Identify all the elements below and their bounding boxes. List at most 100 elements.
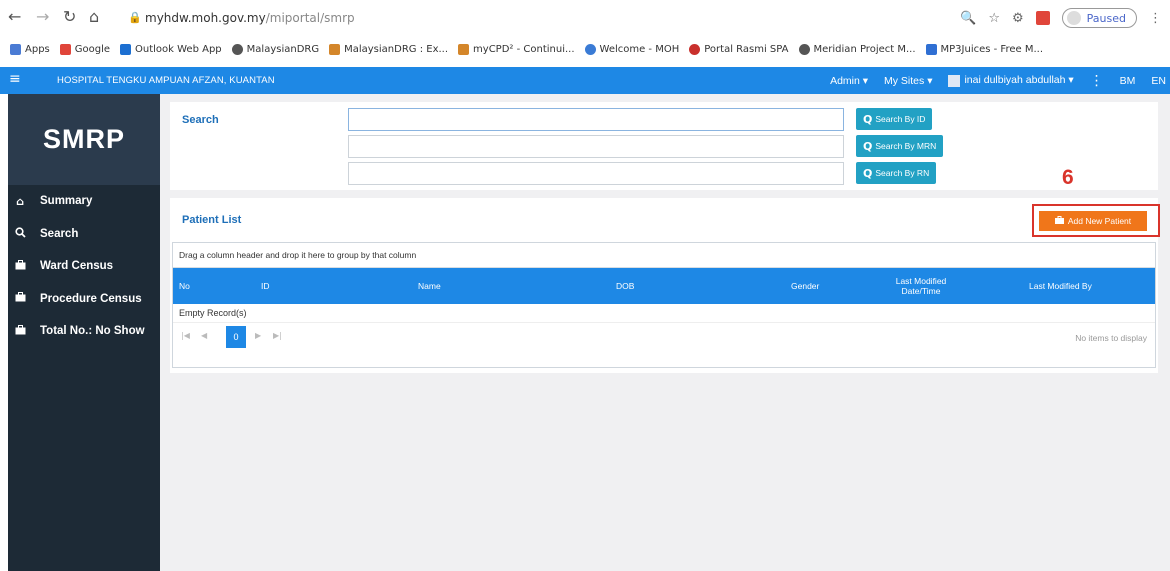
last-page-icon[interactable]: ▶| (273, 331, 282, 340)
bookmark-label: Welcome - MOH (599, 43, 680, 55)
globe-icon (798, 43, 810, 55)
heart-icon (584, 43, 596, 55)
button-label: Add New Patient (1067, 216, 1132, 226)
column-header-name[interactable]: Name (418, 268, 441, 304)
sidebar: SMRP ⌂ Summary Search Ward Census Proced… (8, 94, 160, 571)
star-icon[interactable]: ☆ (988, 11, 1000, 26)
bookmark-google[interactable]: Google (59, 43, 111, 55)
user-menu[interactable]: inai dulbiyah abdullah ▾ (948, 74, 1074, 87)
download-icon (925, 43, 937, 55)
column-header-last-modified-by[interactable]: Last Modified By (1029, 268, 1092, 304)
search-title: Search (182, 114, 219, 126)
bookmark-malaysiandrg-ex[interactable]: MalaysianDRG : Ex... (329, 43, 449, 55)
sidebar-item-search[interactable]: Search (8, 218, 160, 251)
group-by-drop-area[interactable]: Drag a column header and drop it here to… (173, 243, 1155, 268)
search-icon: Q (863, 166, 873, 180)
bookmark-meridian[interactable]: Meridian Project M... (798, 43, 916, 55)
outlook-icon (120, 43, 132, 55)
lang-bm[interactable]: BM (1120, 75, 1136, 87)
bookmark-portal-spa[interactable]: Portal Rasmi SPA (689, 43, 789, 55)
current-page-button[interactable]: 0 (226, 326, 246, 348)
google-icon (59, 43, 71, 55)
bookmark-welcome-moh[interactable]: Welcome - MOH (584, 43, 680, 55)
next-page-icon[interactable]: ▶ (255, 331, 261, 340)
search-id-input[interactable] (348, 108, 844, 131)
button-label: Search By ID (875, 114, 926, 124)
highlight-box: Add New Patient (1032, 204, 1160, 237)
menu-toggle-icon[interactable]: ≡ (9, 72, 21, 86)
column-header-dob[interactable]: DOB (616, 268, 634, 304)
more-options-icon[interactable]: ⋮ (1090, 73, 1104, 89)
my-sites-menu[interactable]: My Sites ▾ (884, 75, 932, 87)
search-mrn-input[interactable] (348, 135, 844, 158)
column-header-last-modified-datetime[interactable]: Last Modified Date/Time (891, 268, 951, 304)
extension-icon[interactable]: ⚙ (1012, 11, 1024, 26)
bookmark-malaysiandrg[interactable]: MalaysianDRG (231, 43, 320, 55)
logo: SMRP (8, 94, 160, 185)
sidebar-item-label: Summary (40, 195, 93, 208)
admin-menu[interactable]: Admin ▾ (830, 75, 868, 87)
bookmark-mp3juices[interactable]: MP3Juices - Free M... (925, 43, 1043, 55)
zoom-icon[interactable]: 🔍 (960, 11, 976, 26)
address-bar[interactable]: myhdw.moh.gov.my/miportal/smrp (145, 11, 355, 25)
extension-red-icon[interactable] (1035, 11, 1050, 25)
search-by-id-button[interactable]: Q Search By ID (856, 108, 933, 130)
app-header: ≡ HOSPITAL TENGKU AMPUAN AFZAN, KUANTAN … (0, 67, 1170, 94)
url-host: myhdw.moh.gov.my (145, 11, 266, 25)
sidebar-item-summary[interactable]: ⌂ Summary (8, 185, 160, 218)
add-new-patient-button[interactable]: Add New Patient (1039, 211, 1147, 231)
no-items-text: No items to display (1075, 333, 1147, 343)
column-header-id[interactable]: ID (261, 268, 270, 304)
forward-icon[interactable]: → (36, 9, 49, 25)
search-icon: Q (863, 139, 873, 153)
globe-icon (231, 43, 243, 55)
home-icon[interactable]: ⌂ (89, 9, 99, 25)
main-content: Search Q Search By ID Q Search By MRN Q Sea… (160, 94, 1170, 571)
hospital-name: HOSPITAL TENGKU AMPUAN AFZAN, KUANTAN (57, 75, 275, 86)
sidebar-item-no-show[interactable]: Total No.: No Show (8, 315, 160, 348)
bookmark-label: Google (74, 43, 111, 55)
search-panel: Search Q Search By ID Q Search By MRN Q Sea… (170, 102, 1158, 190)
step-annotation: 6 (1062, 166, 1074, 189)
apps-grid-icon (10, 43, 21, 55)
back-icon[interactable]: ← (8, 9, 21, 25)
first-page-icon[interactable]: |◀ (181, 331, 190, 340)
column-header-no[interactable]: No (179, 268, 190, 304)
patient-list-panel: Patient List Add New Patient Drag a colu… (170, 198, 1160, 373)
briefcase-icon (1054, 216, 1064, 226)
site-icon (458, 43, 470, 55)
bookmark-apps[interactable]: Apps (10, 43, 50, 55)
bookmark-label: MalaysianDRG (246, 43, 320, 55)
bookmark-label: Outlook Web App (135, 43, 222, 55)
search-by-mrn-button[interactable]: Q Search By MRN (856, 135, 944, 157)
reload-icon[interactable]: ↻ (63, 9, 76, 25)
profile-icon (1066, 11, 1081, 25)
profile-paused-button[interactable]: Paused (1061, 8, 1137, 28)
url-path: /miportal/smrp (265, 11, 355, 25)
logo-text: SMRP (42, 124, 125, 154)
avatar (948, 74, 961, 87)
chrome-menu-icon[interactable]: ⋮ (1149, 11, 1162, 26)
search-rn-input[interactable] (348, 162, 844, 185)
site-icon (689, 43, 701, 55)
sidebar-item-ward-census[interactable]: Ward Census (8, 250, 160, 283)
bookmark-label: myCPD² - Continui... (473, 43, 575, 55)
bookmarks-bar: Apps Google Outlook Web App MalaysianDRG… (0, 38, 1170, 60)
paused-label: Paused (1086, 11, 1126, 25)
briefcase-icon (14, 324, 26, 338)
column-header-gender[interactable]: Gender (791, 268, 819, 304)
prev-page-icon[interactable]: ◀ (201, 331, 207, 340)
browser-toolbar: ← → ↻ ⌂ 🔒 myhdw.moh.gov.my/miportal/smrp… (0, 0, 1170, 38)
empty-record-row: Empty Record(s) (173, 304, 1155, 323)
search-by-rn-button[interactable]: Q Search By RN (856, 162, 937, 184)
bookmark-mycpd[interactable]: myCPD² - Continui... (458, 43, 575, 55)
bookmark-label: MalaysianDRG : Ex... (344, 43, 449, 55)
grid-header: No ID Name DOB Gender Last Modified Date… (173, 268, 1155, 304)
search-icon (14, 227, 26, 241)
briefcase-icon (14, 292, 26, 305)
sidebar-item-label: Ward Census (40, 260, 114, 273)
pager: |◀ ◀ 0 ▶ ▶| No items to display (173, 323, 1155, 351)
bookmark-outlook[interactable]: Outlook Web App (120, 43, 222, 55)
sidebar-item-procedure-census[interactable]: Procedure Census (8, 283, 160, 316)
lang-en[interactable]: EN (1151, 75, 1166, 87)
